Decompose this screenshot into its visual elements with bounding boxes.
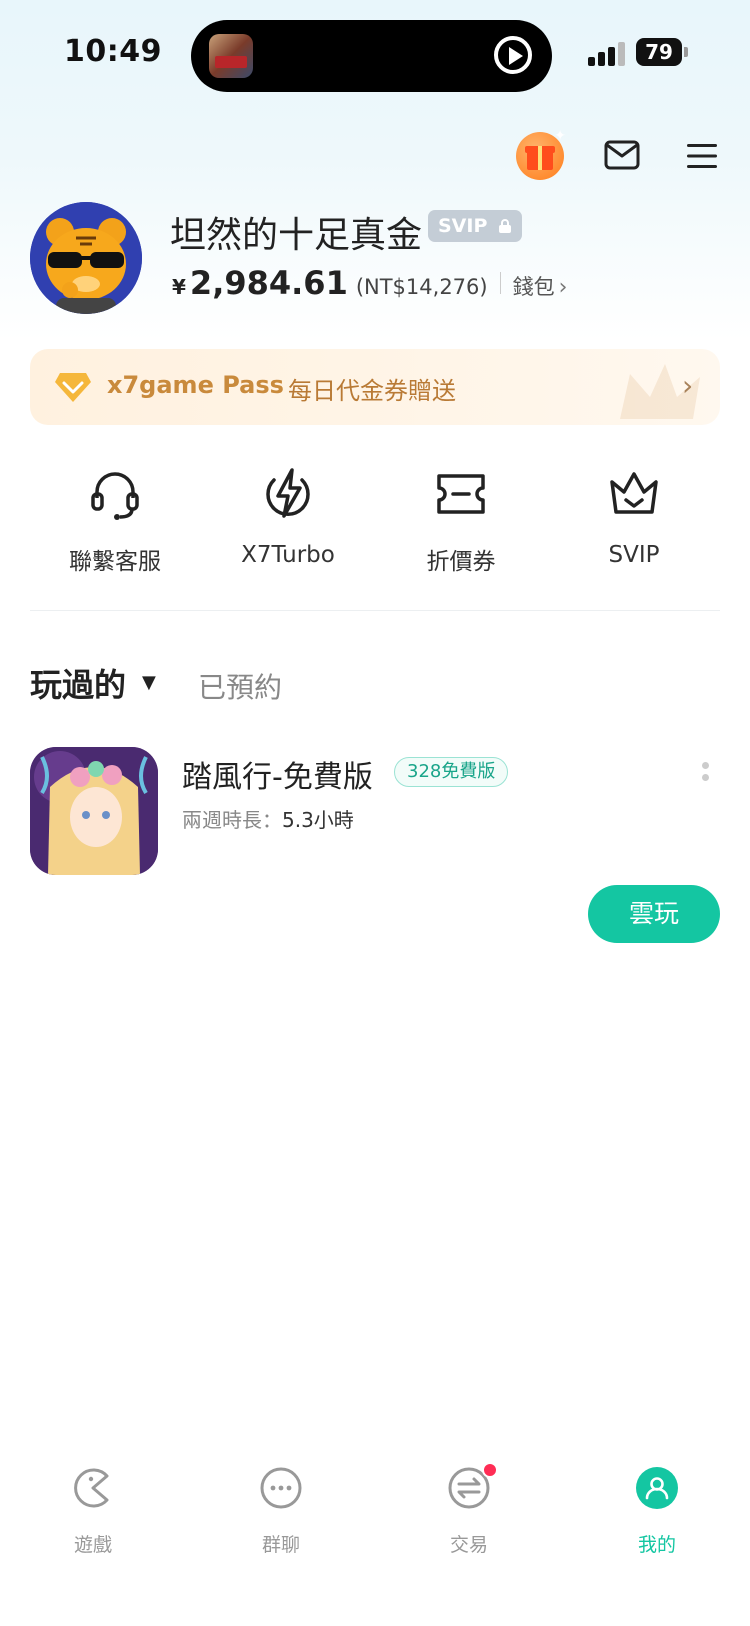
lock-icon bbox=[499, 219, 512, 233]
caret-down-icon[interactable]: ▼ bbox=[142, 672, 156, 693]
mail-icon[interactable] bbox=[604, 140, 640, 170]
quick-action-label: 折價券 bbox=[426, 549, 496, 575]
more-options-icon[interactable] bbox=[702, 762, 710, 790]
nav-item-trade[interactable]: 交易 bbox=[409, 1466, 529, 1557]
quick-action-label: X7Turbo bbox=[241, 542, 335, 568]
svip-badge[interactable]: SVIP bbox=[428, 210, 523, 242]
username: 坦然的十足真金 bbox=[170, 215, 423, 256]
quick-action-turbo[interactable]: X7Turbo bbox=[203, 466, 373, 568]
nav-label: 遊戲 bbox=[73, 1534, 112, 1556]
cloud-play-button[interactable]: 雲玩 bbox=[588, 885, 720, 943]
turbo-icon bbox=[266, 468, 310, 518]
dynamic-island[interactable] bbox=[191, 20, 552, 92]
nav-label: 交易 bbox=[449, 1534, 488, 1556]
section-divider bbox=[30, 610, 720, 611]
game-title[interactable]: 踏風行-免費版 bbox=[182, 752, 373, 796]
headset-icon bbox=[91, 472, 139, 520]
nav-label: 我的 bbox=[637, 1534, 676, 1556]
diamond-icon bbox=[55, 373, 91, 402]
quick-action-support[interactable]: 聯繫客服 bbox=[30, 466, 200, 576]
currency-symbol: ¥ bbox=[172, 275, 186, 299]
game-thumbnail[interactable] bbox=[30, 747, 158, 875]
profile-icon bbox=[636, 1467, 678, 1509]
pass-banner[interactable]: x7game Pass 每日代金券贈送 › bbox=[30, 349, 720, 425]
play-icon[interactable] bbox=[494, 36, 532, 74]
nav-item-chat[interactable]: 群聊 bbox=[221, 1466, 341, 1557]
menu-icon[interactable] bbox=[686, 142, 718, 170]
quick-action-coupon[interactable]: 折價券 bbox=[376, 466, 546, 576]
status-time: 10:49 bbox=[64, 34, 162, 69]
game-icon bbox=[74, 1468, 109, 1508]
divider bbox=[499, 272, 501, 294]
now-playing-thumbnail bbox=[209, 34, 253, 78]
quick-action-svip[interactable]: SVIP bbox=[549, 466, 719, 568]
game-version-tag: 328免費版 bbox=[394, 757, 509, 787]
chat-icon bbox=[260, 1467, 302, 1509]
chevron-right-icon: › bbox=[682, 369, 694, 402]
balance-row[interactable]: ¥ 2,984.61 (NT$14,276) 錢包 › bbox=[172, 264, 567, 302]
gift-icon[interactable]: ✦ bbox=[516, 128, 566, 180]
tab-played[interactable]: 玩過的 bbox=[30, 660, 126, 706]
game-playtime: 兩週時長：5.3小時 bbox=[182, 804, 354, 833]
nav-item-profile[interactable]: 我的 bbox=[597, 1466, 717, 1557]
playtime-label: 兩週時長： bbox=[182, 808, 282, 832]
quick-action-label: SVIP bbox=[608, 542, 660, 568]
crown-icon bbox=[610, 472, 658, 514]
playtime-value: 5.3小時 bbox=[282, 808, 354, 832]
nav-item-games[interactable]: 遊戲 bbox=[33, 1466, 153, 1557]
notification-badge bbox=[482, 1462, 498, 1478]
avatar[interactable] bbox=[30, 202, 142, 314]
wallet-link[interactable]: 錢包 bbox=[513, 271, 555, 301]
pass-title: x7game Pass bbox=[107, 371, 284, 399]
coupon-icon bbox=[437, 474, 485, 514]
nav-label: 群聊 bbox=[261, 1534, 300, 1556]
tab-reserved[interactable]: 已預約 bbox=[198, 666, 282, 706]
quick-action-label: 聯繫客服 bbox=[69, 549, 161, 575]
pass-description: 每日代金券贈送 bbox=[288, 377, 456, 405]
balance-amount: 2,984.61 bbox=[189, 264, 348, 302]
battery-icon: 79 bbox=[636, 38, 688, 66]
balance-ntd: (NT$14,276) bbox=[355, 275, 488, 299]
chevron-right-icon: › bbox=[558, 275, 568, 300]
signal-icon bbox=[588, 40, 628, 66]
